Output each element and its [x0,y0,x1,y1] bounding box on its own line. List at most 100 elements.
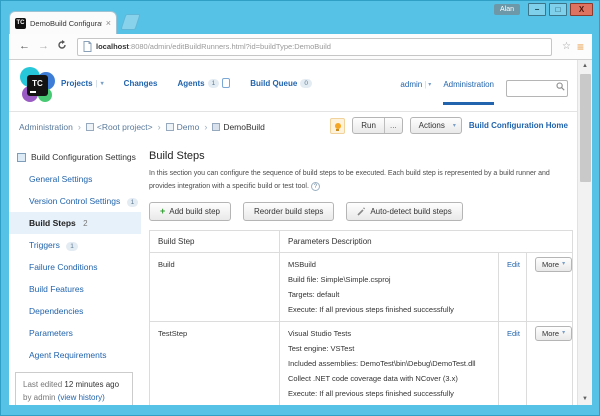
count-badge: 2 [83,219,87,228]
nav-administration-label: Administration [443,80,494,89]
back-button[interactable]: ← [19,41,30,52]
nav-changes[interactable]: Changes [124,79,158,88]
nav-changes-label: Changes [124,79,158,88]
section-description: In this section you can configure the se… [149,167,573,193]
address-bar[interactable]: localhost:8080/admin/editBuildRunners.ht… [77,38,552,56]
scrollbar-thumb[interactable] [580,74,591,182]
reorder-build-steps-button[interactable]: Reorder build steps [243,202,334,221]
breadcrumb-demobuild: DemoBuild [212,122,265,132]
agent-status-icon [222,78,230,88]
build-configuration-home-link[interactable]: Build Configuration Home [469,121,568,130]
user-menu[interactable]: admin | ▾ [400,80,431,89]
forward-button[interactable]: → [38,41,49,52]
sidebar-item-agent-requirements[interactable]: Agent Requirements [9,344,141,366]
view-history-link[interactable]: (view history) [58,393,105,402]
minimize-button[interactable]: − [528,3,546,16]
nav-projects[interactable]: Projects | ▾ [61,79,104,88]
more-button[interactable]: More▾ [535,257,572,272]
settings-icon [17,153,26,162]
reorder-label: Reorder build steps [254,207,323,216]
plus-icon: + [160,207,165,216]
breadcrumb-administration[interactable]: Administration [19,122,73,132]
teamcity-favicon-icon: TC [15,18,26,29]
breadcrumb-label: <Root project> [97,122,153,132]
build-configuration-icon [212,123,220,131]
sidebar-item-label: Build Steps [29,218,76,228]
sidebar-item-version-control-settings[interactable]: Version Control Settings 1 [9,190,141,212]
run-button[interactable]: Run [353,118,384,133]
actions-label: Actions [411,118,453,133]
param-line: Collect .NET code coverage data with NCo… [288,371,490,386]
reload-icon [57,40,67,50]
add-build-step-button[interactable]: + Add build step [149,202,231,221]
breadcrumb-separator: › [78,122,81,132]
more-button[interactable]: More▾ [535,326,572,341]
nav-administration[interactable]: Administration [443,80,494,105]
main-nav: Projects | ▾ Changes Agents 1 Build Queu… [61,78,332,88]
tab-close-button[interactable]: × [106,19,111,28]
sidebar-item-triggers[interactable]: Triggers 1 [9,234,141,256]
search-wrap [506,78,568,97]
step-name: TestStep [150,322,280,406]
sidebar-item-label: Triggers [29,240,60,250]
sidebar-item-general-settings[interactable]: General Settings [9,168,141,190]
add-build-step-label: Add build step [169,207,220,216]
user-name: admin [400,80,422,89]
sidebar-item-parameters[interactable]: Parameters [9,322,141,344]
sidebar-item-label: Dependencies [29,306,83,316]
teamcity-logo: TC [19,67,57,105]
sidebar-item-label: Parameters [29,328,73,338]
sidebar-header-build-configuration-settings[interactable]: Build Configuration Settings [9,146,141,168]
titlebar-controls: Alan − □ X [494,3,593,16]
scroll-down-icon[interactable]: ▼ [578,396,592,402]
run-split-button: Run ... [352,117,402,134]
content-area: Build Configuration Settings General Set… [9,142,592,404]
param-line: Included assemblies: DemoTest\bin\Debug\… [288,356,490,371]
project-icon [86,123,94,131]
page-actions: Run ... Actions ▾ Build Configuration Ho… [330,117,568,134]
maximize-button[interactable]: □ [549,3,567,16]
run-options-button[interactable]: ... [384,118,402,133]
sidebar-item-label: Version Control Settings [29,196,120,206]
chevron-down-icon: ▾ [562,259,565,270]
step-name: Build [150,253,280,322]
sidebar-item-failure-conditions[interactable]: Failure Conditions [9,256,141,278]
param-line: Test engine: VSTest [288,341,490,356]
edit-link[interactable]: Edit [507,260,520,269]
last-edited-box: Last edited 12 minutes ago by admin (vie… [15,372,133,405]
toolbar: + Add build step Reorder build steps Aut… [149,202,573,221]
hint-button[interactable] [330,118,345,134]
hamburger-menu-icon[interactable]: ≡ [577,40,584,54]
count-badge: 1 [66,242,78,251]
build-steps-section: Build Steps In this section you can conf… [141,142,592,404]
sidebar-header-label: Build Configuration Settings [31,146,136,168]
lightbulb-icon [335,123,341,129]
sidebar-item-build-features[interactable]: Build Features [9,278,141,300]
nav-separator: | [96,79,98,88]
auto-detect-build-steps-button[interactable]: Auto-detect build steps [346,202,462,221]
browser-tab[interactable]: TC DemoBuild Configuration × [9,11,117,34]
nav-agents[interactable]: Agents 1 [177,78,230,88]
breadcrumb-root-project[interactable]: <Root project> [86,122,153,132]
auto-detect-label: Auto-detect build steps [370,207,451,216]
bookmark-star-icon[interactable]: ☆ [562,41,571,52]
nav-agents-label: Agents [177,79,204,88]
sidebar-item-build-steps[interactable]: Build Steps 2 [9,212,141,234]
build-queue-count-badge: 0 [300,79,312,88]
nav-build-queue[interactable]: Build Queue 0 [250,79,312,88]
vertical-scrollbar[interactable]: ▲ ▼ [577,60,592,405]
step-parameters: Visual Studio Tests Test engine: VSTest … [280,322,499,406]
breadcrumb-demo[interactable]: Demo [166,122,200,132]
description-text: In this section you can configure the se… [149,170,550,190]
scroll-up-icon[interactable]: ▲ [578,63,592,69]
actions-button[interactable]: Actions ▾ [410,117,462,134]
new-tab-button[interactable] [120,14,140,30]
browser-window: Alan − □ X TC DemoBuild Configuration × … [0,0,600,416]
close-button[interactable]: X [570,3,593,16]
help-icon[interactable]: ? [311,182,320,191]
breadcrumb-label: Demo [177,122,200,132]
chevron-down-icon: ▾ [453,122,456,129]
reload-button[interactable] [57,40,67,53]
sidebar-item-dependencies[interactable]: Dependencies [9,300,141,322]
edit-link[interactable]: Edit [507,329,520,338]
